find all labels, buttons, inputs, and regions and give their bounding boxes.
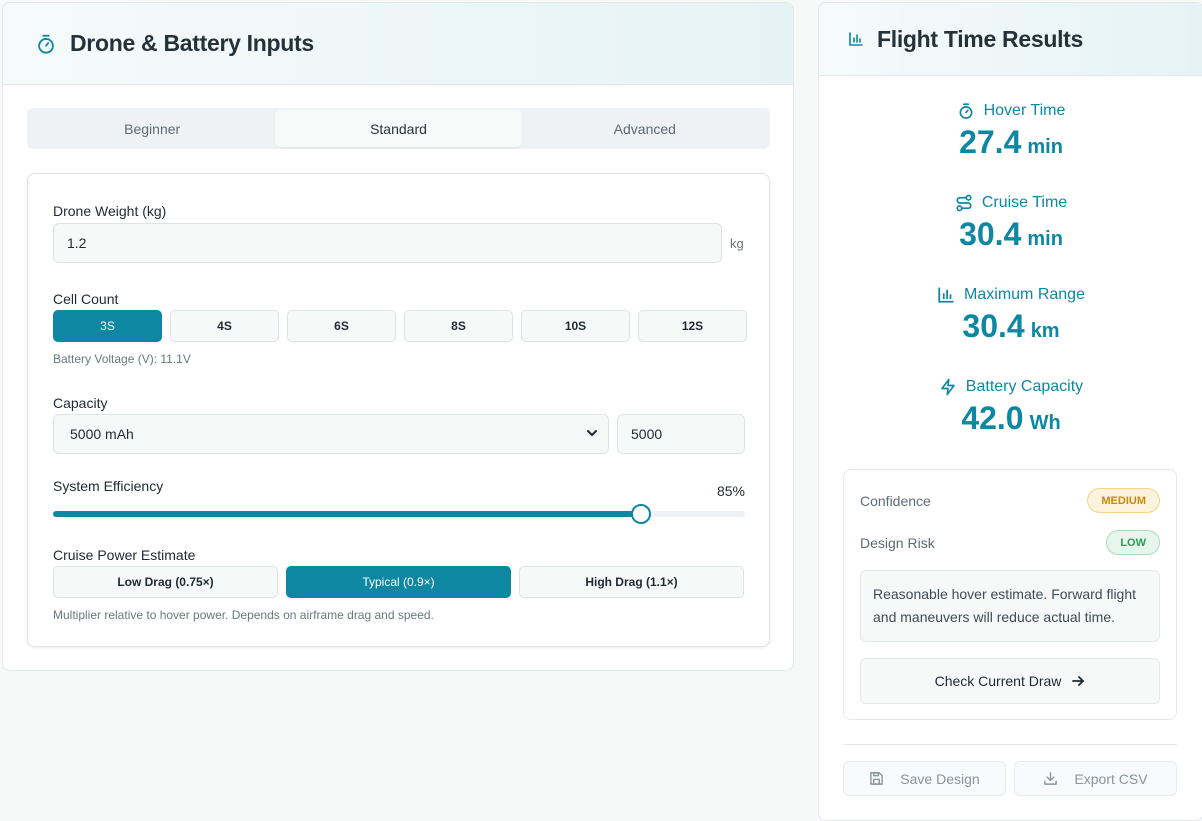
metric-value: 27.4 bbox=[959, 124, 1022, 160]
save-design-button[interactable]: Save Design bbox=[843, 761, 1006, 796]
cell-count-options: 3S 4S 6S 8S 10S 12S bbox=[53, 310, 747, 342]
capacity-select[interactable]: 5000 mAh bbox=[53, 414, 609, 454]
design-risk-label: Design Risk bbox=[860, 535, 935, 551]
cruise-power-hint: Multiplier relative to hover power. Depe… bbox=[53, 608, 434, 622]
assessment-note: Reasonable hover estimate. Forward fligh… bbox=[860, 570, 1160, 642]
cell-count-label: Cell Count bbox=[53, 291, 119, 307]
battery-voltage-hint: Battery Voltage (V): 11.1V bbox=[53, 352, 191, 366]
metric-unit: Wh bbox=[1029, 412, 1061, 434]
cruise-power-options: Low Drag (0.75×) Typical (0.9×) High Dra… bbox=[53, 566, 744, 598]
download-icon bbox=[1044, 772, 1058, 785]
cell-option-8s[interactable]: 8S bbox=[404, 310, 513, 342]
check-current-draw-label: Check Current Draw bbox=[934, 673, 1062, 689]
tab-beginner[interactable]: Beginner bbox=[29, 110, 275, 147]
stopwatch-icon bbox=[33, 31, 59, 57]
confidence-label: Confidence bbox=[860, 493, 931, 509]
export-csv-button[interactable]: Export CSV bbox=[1014, 761, 1177, 796]
metric-hover-time: Hover Time 27.4 min bbox=[819, 102, 1202, 161]
footer-divider bbox=[843, 744, 1177, 745]
chevron-down-icon bbox=[586, 426, 598, 442]
save-design-label: Save Design bbox=[900, 770, 980, 787]
route-icon bbox=[956, 194, 972, 212]
efficiency-slider-fill bbox=[53, 511, 642, 517]
cruise-power-label: Cruise Power Estimate bbox=[53, 547, 196, 563]
inputs-panel-header: Drone & Battery Inputs bbox=[3, 3, 793, 85]
cell-option-10s[interactable]: 10S bbox=[521, 310, 630, 342]
drone-weight-input[interactable] bbox=[53, 223, 722, 263]
tab-advanced[interactable]: Advanced bbox=[522, 110, 768, 147]
cell-option-3s[interactable]: 3S bbox=[53, 310, 162, 342]
metric-cruise-time: Cruise Time 30.4 min bbox=[819, 194, 1202, 253]
export-csv-label: Export CSV bbox=[1074, 770, 1148, 787]
metric-value: 30.4 bbox=[962, 308, 1025, 344]
metric-value: 30.4 bbox=[959, 216, 1022, 252]
inputs-panel-title: Drone & Battery Inputs bbox=[70, 30, 314, 56]
metric-unit: min bbox=[1027, 136, 1063, 158]
metric-label: Maximum Range bbox=[964, 286, 1085, 303]
metric-value: 42.0 bbox=[961, 400, 1024, 436]
inputs-card: Drone Weight (kg) kg Cell Count 3S 4S 6S… bbox=[27, 173, 770, 647]
inputs-panel: Drone & Battery Inputs Beginner Standard… bbox=[2, 2, 794, 671]
assessment-card: Confidence MEDIUM Design Risk LOW Reason… bbox=[843, 469, 1177, 720]
metric-label: Battery Capacity bbox=[965, 378, 1084, 395]
results-panel-header: Flight Time Results bbox=[819, 3, 1202, 76]
confidence-badge: MEDIUM bbox=[1087, 488, 1160, 513]
capacity-input[interactable] bbox=[617, 414, 745, 454]
tab-standard[interactable]: Standard bbox=[275, 110, 522, 147]
capacity-label: Capacity bbox=[53, 395, 108, 411]
efficiency-slider[interactable] bbox=[53, 504, 745, 524]
drag-option-high[interactable]: High Drag (1.1×) bbox=[519, 566, 744, 598]
lightning-icon bbox=[940, 378, 955, 396]
results-panel-title: Flight Time Results bbox=[877, 25, 1084, 52]
drag-option-low[interactable]: Low Drag (0.75×) bbox=[53, 566, 278, 598]
metric-unit: km bbox=[1030, 320, 1060, 342]
capacity-select-value: 5000 mAh bbox=[70, 426, 134, 442]
bar-chart-icon bbox=[938, 287, 954, 303]
stopwatch-icon bbox=[959, 103, 973, 119]
metric-unit: min bbox=[1027, 228, 1063, 250]
metric-label: Cruise Time bbox=[981, 194, 1068, 211]
cell-option-12s[interactable]: 12S bbox=[638, 310, 747, 342]
mode-tabs: Beginner Standard Advanced bbox=[27, 108, 770, 149]
drone-weight-unit: kg bbox=[730, 236, 744, 251]
results-panel: Flight Time Results Hover Time 27.4 min C… bbox=[818, 2, 1202, 821]
cell-option-6s[interactable]: 6S bbox=[287, 310, 396, 342]
metric-label: Hover Time bbox=[983, 102, 1066, 119]
arrow-right-icon bbox=[1072, 676, 1085, 686]
metric-battery-capacity: Battery Capacity 42.0 Wh bbox=[819, 378, 1202, 437]
cell-option-4s[interactable]: 4S bbox=[170, 310, 279, 342]
efficiency-slider-handle[interactable] bbox=[631, 504, 652, 524]
check-current-draw-button[interactable]: Check Current Draw bbox=[860, 658, 1160, 704]
drone-weight-label: Drone Weight (kg) bbox=[53, 203, 167, 219]
save-icon bbox=[870, 772, 884, 785]
design-risk-badge: LOW bbox=[1106, 530, 1160, 555]
efficiency-label: System Efficiency bbox=[53, 478, 164, 494]
efficiency-value: 85% bbox=[716, 483, 745, 499]
drag-option-typical[interactable]: Typical (0.9×) bbox=[286, 566, 511, 598]
metric-maximum-range: Maximum Range 30.4 km bbox=[819, 286, 1202, 345]
bar-chart-icon bbox=[847, 30, 865, 48]
